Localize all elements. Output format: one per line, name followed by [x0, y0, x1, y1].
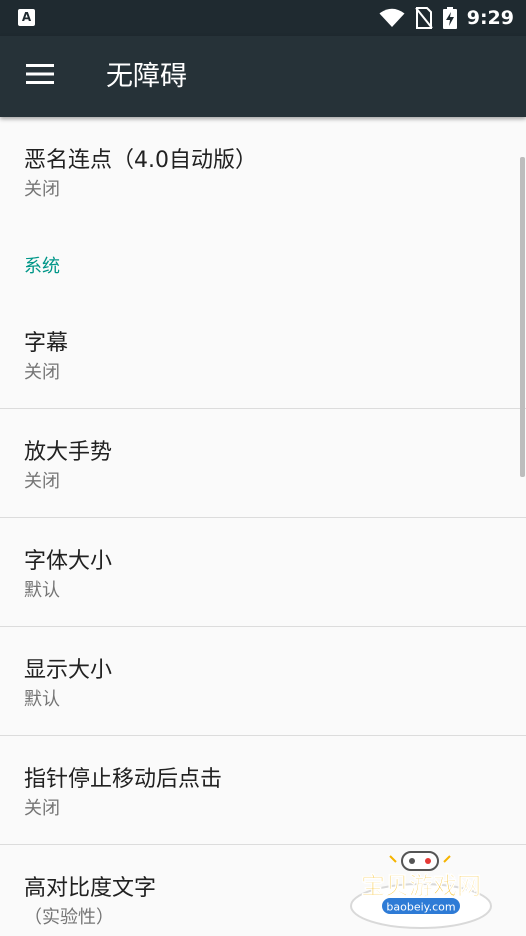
pref-title: 字幕 [24, 331, 69, 356]
notification-app-icon: A [18, 9, 35, 26]
pref-summary: 关闭 [24, 471, 60, 492]
pref-summary: 默认 [24, 689, 60, 710]
pref-item-high-contrast-text[interactable]: 高对比度文字 （实验性） [0, 845, 526, 935]
status-bar: A 9:29 [0, 0, 526, 36]
pref-item-font-size[interactable]: 字体大小 默认 [0, 518, 526, 626]
pref-title: 显示大小 [24, 658, 113, 683]
pref-title: 放大手势 [24, 440, 113, 465]
wifi-icon [379, 8, 405, 28]
page-title: 无障碍 [106, 61, 187, 92]
pref-summary: 关闭 [24, 179, 60, 200]
hamburger-menu-icon [26, 64, 54, 88]
pref-summary: 关闭 [24, 362, 60, 383]
no-sim-icon [414, 7, 433, 29]
menu-button[interactable] [14, 50, 66, 102]
pref-summary: 关闭 [24, 798, 60, 819]
pref-summary: （实验性） [24, 907, 114, 928]
pref-title: 字体大小 [24, 549, 113, 574]
scrollbar[interactable] [520, 157, 525, 477]
pref-item-display-size[interactable]: 显示大小 默认 [0, 627, 526, 735]
pref-title: 指针停止移动后点击 [24, 767, 223, 792]
pref-item-auto-clicker[interactable]: 恶名连点（4.0自动版） 关闭 [0, 117, 526, 217]
pref-summary: 默认 [24, 580, 60, 601]
pref-title: 恶名连点（4.0自动版） [24, 148, 257, 173]
settings-list[interactable]: 恶名连点（4.0自动版） 关闭 系统 字幕 关闭 放大手势 关闭 字体大小 默认… [0, 117, 526, 935]
pref-item-captions[interactable]: 字幕 关闭 [0, 300, 526, 408]
pref-item-click-after-pointer-stops[interactable]: 指针停止移动后点击 关闭 [0, 736, 526, 844]
status-icons: 9:29 [369, 0, 514, 36]
toolbar: 无障碍 [0, 36, 526, 117]
category-header-system: 系统 [24, 256, 60, 277]
pref-item-magnification-gesture[interactable]: 放大手势 关闭 [0, 409, 526, 517]
pref-title: 高对比度文字 [24, 876, 157, 901]
battery-charging-icon [442, 7, 457, 29]
clock: 9:29 [466, 7, 514, 29]
